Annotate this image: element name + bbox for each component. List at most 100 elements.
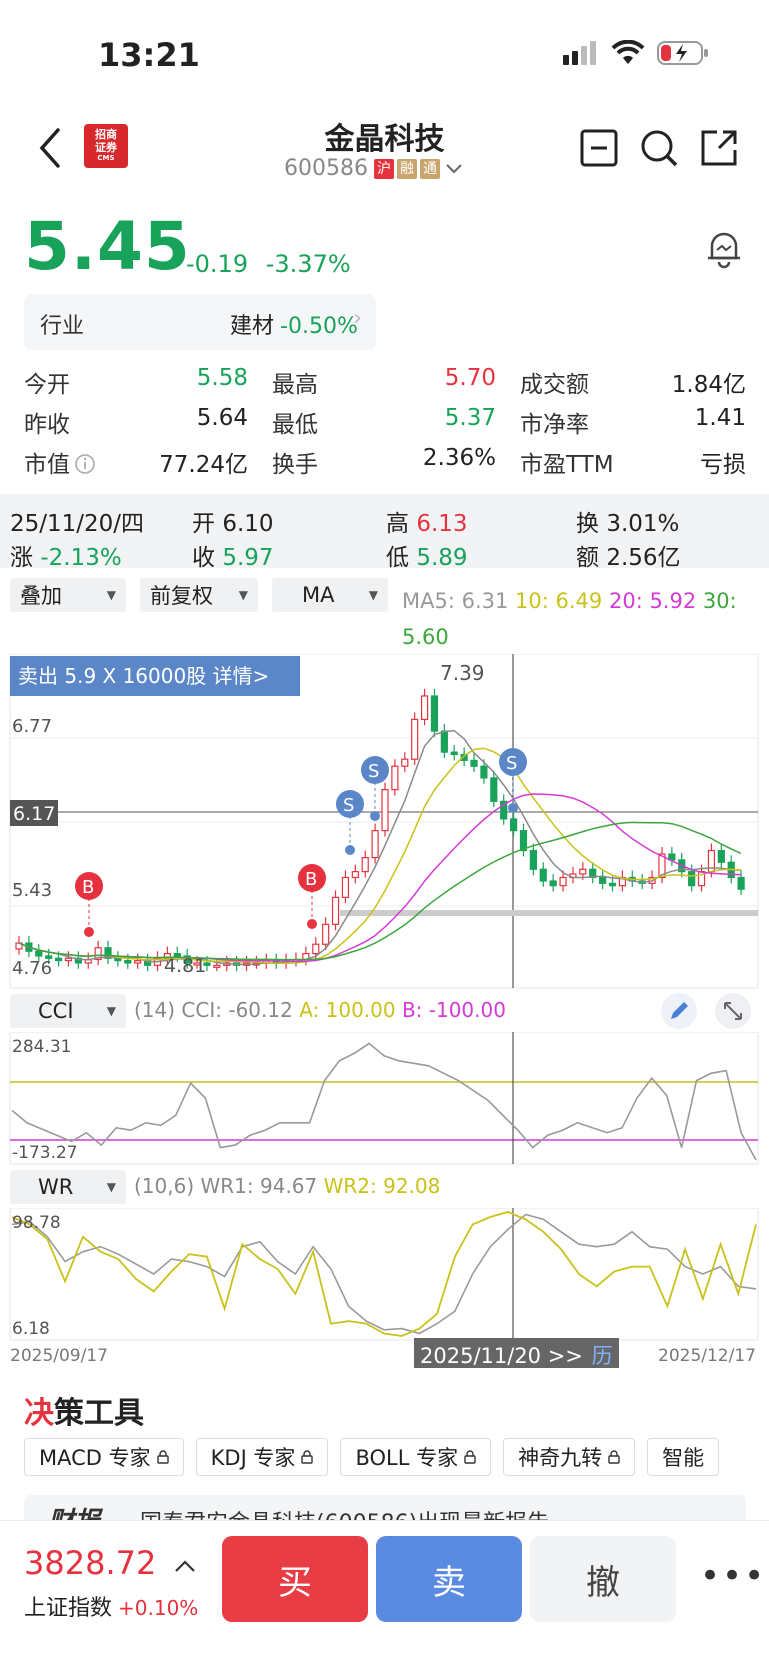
lock-icon	[608, 1450, 620, 1464]
sell-button[interactable]: 卖	[376, 1536, 522, 1622]
detail-key: 高	[386, 511, 409, 537]
candle	[737, 876, 745, 890]
x-axis-cursor[interactable]: 2025/11/20 >> 历	[414, 1338, 619, 1368]
quote-key: 市值	[24, 445, 96, 479]
candle	[213, 964, 221, 968]
quote-value: 亏损	[700, 452, 746, 478]
candle	[440, 730, 448, 753]
cancel-order-button[interactable]: 撤	[530, 1536, 676, 1622]
detail-amt: 额 2.56亿	[576, 538, 681, 572]
candle	[529, 849, 537, 870]
edit-icon[interactable]	[660, 992, 698, 1030]
quote-key: 最低	[272, 412, 318, 438]
chevron-down-icon	[446, 163, 462, 173]
kdj-expert-button[interactable]: KDJ 专家	[195, 1438, 329, 1476]
wr-y-top: 98.78	[12, 1213, 61, 1233]
indicator-select[interactable]: MA ▼	[272, 578, 388, 612]
candle	[381, 789, 389, 832]
detail-value: 6.10	[222, 511, 274, 537]
caret-down-icon: ▼	[368, 588, 378, 602]
info-icon[interactable]	[74, 453, 96, 475]
wr2-value: WR2: 92.08	[323, 1174, 441, 1198]
wr1-line	[11, 1213, 757, 1335]
y-label-top: 6.77	[12, 716, 52, 737]
y-label-cross: 6.17	[13, 803, 55, 825]
quote-key: 昨收	[24, 412, 70, 438]
detail-value: -2.13%	[40, 545, 122, 571]
tool-label: BOLL 专家	[355, 1446, 459, 1470]
overlay-label: 叠加	[20, 584, 62, 608]
quote-pe[interactable]: 市盈TTM 亏损	[520, 445, 746, 479]
quote-row: 市值 77.24亿 换手 2.36% 市盈TTM 亏损	[24, 442, 746, 482]
detail-key: 换	[576, 511, 599, 537]
candle	[351, 871, 359, 879]
candle	[361, 856, 369, 873]
candle	[559, 876, 567, 887]
boll-expert-button[interactable]: BOLL 专家	[340, 1438, 492, 1476]
search-icon[interactable]	[639, 128, 679, 168]
detail-value: 3.01%	[606, 511, 680, 537]
candle	[688, 871, 696, 887]
candle	[717, 849, 725, 863]
cci-y-top: 284.31	[12, 1037, 71, 1057]
caret-down-icon: ▼	[106, 1004, 116, 1018]
remove-watchlist-icon[interactable]	[579, 128, 619, 168]
expand-icon[interactable]	[714, 992, 752, 1030]
detail-key: 额	[576, 545, 599, 571]
candle	[480, 765, 488, 779]
wr-legend: (10,6) WR1: 94.67 WR2: 92.08	[134, 1174, 440, 1198]
cci-chart[interactable]: 284.31 -173.27	[0, 1032, 769, 1166]
detail-chg: 涨 -2.13%	[10, 538, 122, 572]
buy-marker-text: B	[305, 869, 317, 890]
industry-card[interactable]: 行业 建材 -0.50% ›	[24, 294, 376, 350]
tool-label: MACD 专家	[39, 1446, 151, 1470]
ma30-line	[18, 821, 742, 961]
cci-label: CCI	[38, 999, 74, 1023]
tag-margin: 融	[396, 158, 417, 179]
more-icon[interactable]: •••	[700, 1556, 766, 1596]
wr-label: WR	[38, 1175, 74, 1199]
kline-chart[interactable]: 卖出 5.9 X 16000股 详情> 6.77 6.17 5.43 4.76 …	[0, 654, 769, 990]
stock-code-row[interactable]: 600586 沪 融 通	[284, 156, 464, 181]
overlay-select[interactable]: 叠加 ▼	[10, 578, 126, 612]
change-pct: -3.37%	[265, 250, 351, 278]
cci-line	[11, 1042, 757, 1161]
stock-code: 600586	[284, 156, 368, 181]
index-change: +0.10%	[118, 1596, 199, 1620]
candle	[124, 960, 132, 964]
buy-button[interactable]: 买	[222, 1536, 368, 1622]
quote-value: 77.24亿	[159, 452, 248, 478]
alert-bell-icon[interactable]	[704, 226, 744, 270]
index-value[interactable]: 3828.72	[24, 1544, 156, 1582]
cci-select[interactable]: CCI ▼	[10, 994, 126, 1028]
quote-key: 成交额	[520, 372, 589, 398]
candle	[539, 868, 547, 882]
candle	[54, 957, 63, 962]
candle	[35, 950, 43, 957]
trade-banner[interactable]: 卖出 5.9 X 16000股 详情>	[18, 664, 269, 688]
magic-nine-button[interactable]: 神奇九转	[503, 1438, 636, 1476]
macd-expert-button[interactable]: MACD 专家	[24, 1438, 184, 1476]
wr-chart[interactable]: 98.78 6.18	[0, 1208, 769, 1342]
detail-key: 低	[386, 545, 409, 571]
candle	[371, 830, 379, 859]
lock-icon	[156, 1450, 169, 1464]
quote-turnover: 换手 2.36%	[272, 445, 496, 479]
ma10-legend: 10: 6.49	[515, 589, 603, 613]
adjust-label: 前复权	[150, 584, 213, 608]
ma20-legend: 20: 5.92	[608, 589, 697, 613]
adjust-select[interactable]: 前复权 ▼	[140, 578, 258, 612]
share-icon[interactable]	[699, 128, 739, 168]
chevron-up-icon[interactable]	[172, 1556, 198, 1576]
smart-button[interactable]: 智能	[647, 1438, 720, 1476]
industry-name: 建材	[230, 314, 275, 339]
quote-value: 5.64	[196, 405, 248, 431]
cci-value: CCI: -60.12	[181, 998, 293, 1022]
tag-connect: 通	[419, 158, 440, 179]
ma-legend: MA5: 6.31 10: 6.49 20: 5.92 30: 5.60	[402, 583, 762, 655]
caret-down-icon: ▼	[106, 588, 116, 602]
wr-select[interactable]: WR ▼	[10, 1170, 126, 1204]
wr1-value: WR1: 94.67	[200, 1174, 318, 1198]
battery-icon	[657, 41, 708, 65]
quote-open: 今开 5.58	[24, 365, 248, 399]
